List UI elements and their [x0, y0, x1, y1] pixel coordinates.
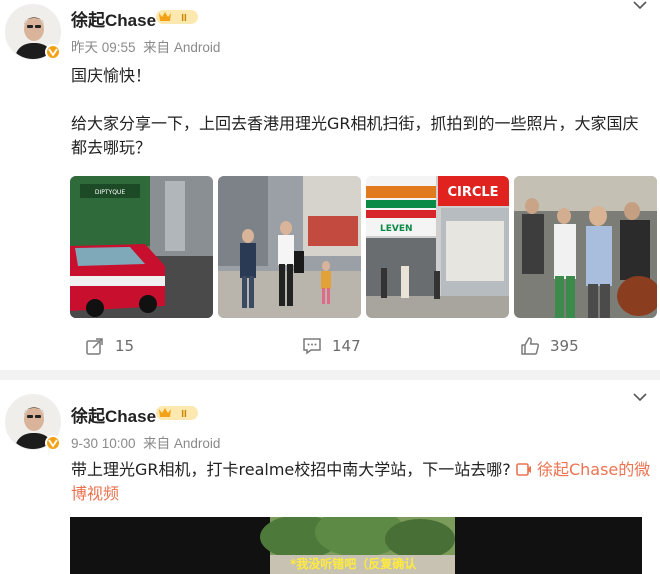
- post-meta: 9-30 10:00 来自 Android: [71, 432, 220, 452]
- video-link[interactable]: 徐起Chase的微: [516, 460, 650, 479]
- level-text: II: [181, 409, 187, 420]
- post-source: 来自 Android: [143, 40, 221, 55]
- share-count: 15: [115, 337, 135, 355]
- video-link-text[interactable]: 博视频: [71, 484, 119, 503]
- post-text: 带上理光GR相机，打卡realme校招中南大学站，下一站去哪? 徐起Chase的…: [71, 458, 651, 506]
- like-button[interactable]: 395: [520, 336, 579, 356]
- photo-crowd-crossing[interactable]: [514, 176, 657, 318]
- author-name[interactable]: 徐起Chase: [71, 6, 156, 31]
- thumbs-up-icon: [521, 337, 540, 355]
- store-sign: LEVEN: [380, 224, 413, 234]
- shop-sign: DIPTYQUE: [95, 189, 125, 196]
- level-badge-icon: II: [156, 10, 198, 24]
- weibo-post: 徐起Chase II 9-30 10:00 来自 Android 带上理光GR相…: [0, 380, 660, 574]
- post-text: 国庆愉快！ 给大家分享一下，上回去香港用理光GR相机扫街，抓拍到的一些照片，大家…: [71, 64, 651, 160]
- video-subtitle: *我没听错吧（反复确认: [290, 557, 417, 571]
- post-time: 9-30 10:00: [71, 436, 136, 451]
- post-actions: 15 147 395: [0, 332, 660, 362]
- verified-badge-icon: [45, 435, 61, 451]
- photo-grid: DIPTYQUE LEVEN CIRCLE: [70, 176, 658, 318]
- post-text-line: 博视频: [71, 482, 651, 506]
- level-badge-icon: II: [156, 406, 198, 420]
- author-name[interactable]: 徐起Chase: [71, 402, 156, 427]
- comment-count: 147: [332, 337, 361, 355]
- chevron-down-icon[interactable]: [632, 0, 648, 12]
- comment-button[interactable]: 147: [302, 336, 361, 356]
- share-icon: [86, 338, 103, 355]
- post-text-content: 带上理光GR相机，打卡realme校招中南大学站，下一站去哪?: [71, 460, 511, 479]
- weibo-post: 徐起Chase II 昨天 09:55 来自 Android 国庆愉快！ 给大家…: [0, 0, 660, 370]
- store-sign: CIRCLE: [447, 185, 498, 200]
- video-link-text: 徐起Chase的微: [536, 460, 651, 479]
- video-icon: [516, 463, 531, 476]
- post-divider: [0, 370, 660, 380]
- photo-street-people[interactable]: [218, 176, 361, 318]
- verified-badge-icon: [45, 44, 61, 60]
- level-text: II: [181, 13, 187, 24]
- post-text-line: 都去哪玩？: [71, 138, 152, 157]
- chevron-down-icon[interactable]: [632, 392, 648, 404]
- post-source: 来自 Android: [143, 436, 221, 451]
- video-player[interactable]: *我没听错吧（反复确认: [70, 517, 642, 574]
- share-button[interactable]: 15: [85, 336, 134, 356]
- post-meta: 昨天 09:55 来自 Android: [71, 36, 220, 56]
- photo-red-taxi[interactable]: DIPTYQUE: [70, 176, 213, 318]
- comment-icon: [303, 338, 321, 355]
- post-time: 昨天 09:55: [71, 40, 136, 55]
- post-text-line: 给大家分享一下，上回去香港用理光GR相机扫街，抓拍到的一些照片，大家国庆: [71, 114, 639, 133]
- post-text-line: 国庆愉快！: [71, 66, 152, 85]
- like-count: 395: [550, 337, 579, 355]
- photo-711-circle-k[interactable]: LEVEN CIRCLE: [366, 176, 509, 318]
- post-text-line: 带上理光GR相机，打卡realme校招中南大学站，下一站去哪? 徐起Chase的…: [71, 458, 651, 482]
